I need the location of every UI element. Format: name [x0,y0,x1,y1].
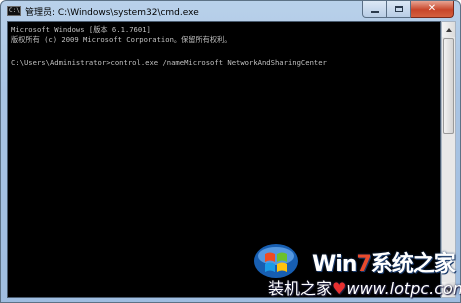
scroll-up-button[interactable] [442,22,455,37]
windows-logo-icon [254,244,298,278]
title-bar[interactable]: C:\ 管理员: C:\Windows\system32\cmd.exe ✕ [1,1,460,21]
window-title: 管理员: C:\Windows\system32\cmd.exe [25,8,199,18]
brand-suffix: 系统之家 [370,252,456,277]
minimize-button[interactable] [362,1,387,18]
arrow-up-icon [445,27,452,32]
scrollbar-thumb[interactable] [443,38,454,134]
close-icon: ✕ [427,3,437,14]
minimize-icon [370,11,379,13]
heart-icon: ♥ [332,279,347,298]
brand-prefix: Win [312,252,357,277]
maximize-icon [394,6,403,12]
console-line-version: Microsoft Windows [版本 6.1.7601] [11,25,151,34]
watermark-site: 装机之家♥www.lotpc.com [268,275,461,299]
console-line-command: C:\Users\Administrator>control.exe /name… [11,58,327,67]
watermark-brand: Win7系统之家 [312,246,456,278]
site-prefix: 装机之家 [268,279,333,298]
site-url: www.lotpc.com [346,279,461,298]
close-button[interactable]: ✕ [411,1,454,18]
console-line-copyright: 版权所有 (c) 2009 Microsoft Corporation。保留所有… [11,35,232,44]
maximize-button[interactable] [387,1,411,18]
window-controls: ✕ [362,1,454,19]
site-watermark: Win7系统之家 装机之家♥www.lotpc.com [248,240,461,303]
cmd-icon[interactable]: C:\ [7,6,21,16]
brand-seven: 7 [356,252,371,277]
